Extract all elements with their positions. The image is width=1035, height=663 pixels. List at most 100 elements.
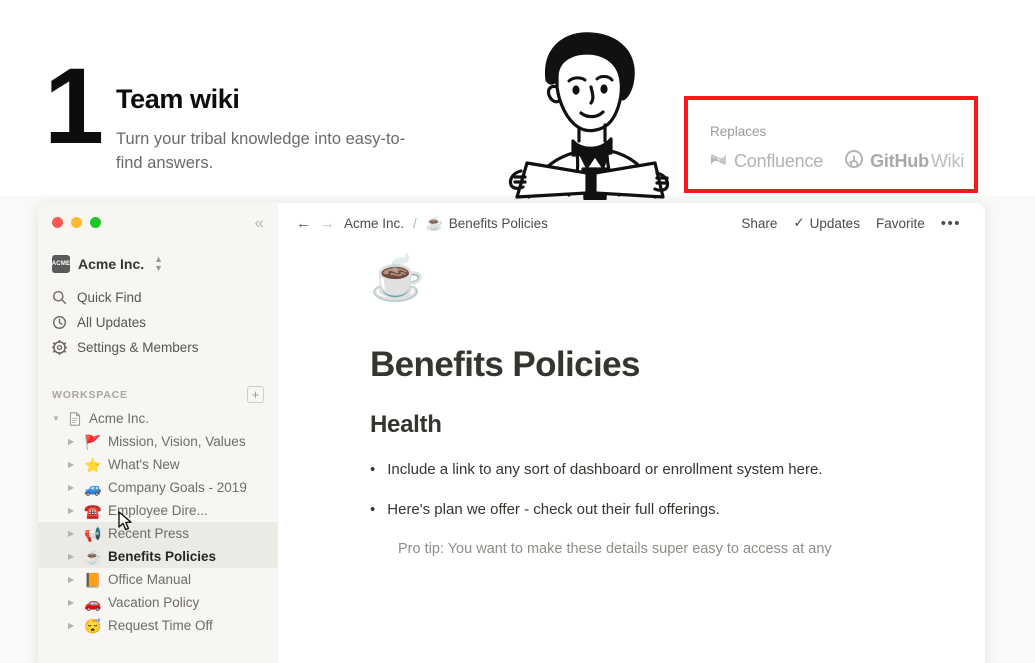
- page-emoji-icon: ⭐: [84, 456, 102, 473]
- sidebar-page-label: Office Manual: [108, 572, 192, 587]
- chevron-updown-icon: ▲ ▼: [154, 254, 164, 273]
- list-item-text: Here's plan we offer - check out their f…: [387, 501, 720, 518]
- clock-icon: [52, 315, 67, 330]
- page-emoji-icon: ☕: [425, 215, 444, 231]
- breadcrumb-separator: /: [413, 215, 417, 231]
- workspace-section-header: WORKSPACE +: [38, 386, 278, 403]
- plus-icon[interactable]: +: [247, 386, 264, 403]
- workspace-switcher[interactable]: ACME Acme Inc. ▲ ▼: [38, 251, 278, 277]
- page-emoji-icon: 😴: [84, 617, 102, 634]
- page-emoji-icon: 📙: [84, 571, 102, 588]
- triangle-right-icon[interactable]: ▶: [68, 437, 77, 446]
- document-title[interactable]: Benefits Policies: [370, 345, 985, 385]
- page-emoji-icon: 🚗: [84, 594, 102, 611]
- sidebar-page-label: Mission, Vision, Values: [108, 434, 246, 449]
- triangle-right-icon[interactable]: ▶: [68, 529, 77, 538]
- chevron-double-left-icon[interactable]: «: [255, 214, 264, 231]
- ellipsis-icon[interactable]: •••: [941, 216, 961, 231]
- sidebar-item-all-updates[interactable]: All Updates: [38, 310, 278, 335]
- sidebar-item-label: Quick Find: [77, 290, 142, 305]
- close-window-button[interactable]: [52, 216, 63, 228]
- triangle-right-icon[interactable]: ▶: [68, 575, 77, 584]
- document-icon: [68, 411, 82, 426]
- list-item[interactable]: • Include a link to any sort of dashboar…: [370, 459, 985, 480]
- window-titlebar: «: [38, 203, 278, 241]
- document-body: ☕ Benefits Policies Health • Include a l…: [278, 243, 985, 561]
- updates-button[interactable]: ✓ Updates: [793, 215, 860, 231]
- list-item[interactable]: • Here's plan we offer - check out their…: [370, 499, 985, 520]
- sidebar-item-quick-find[interactable]: Quick Find: [38, 285, 278, 310]
- main-content-panel: ← → Acme Inc. / ☕ Benefits Policies Shar…: [278, 203, 985, 663]
- replaces-label: Replaces: [710, 124, 767, 139]
- traffic-lights: [52, 216, 101, 228]
- hero-subtitle: Turn your tribal knowledge into easy-to-…: [116, 130, 406, 172]
- sidebar-page-root-acme-inc[interactable]: ▼ Acme Inc.: [38, 407, 278, 430]
- sidebar-page-company-goals-2019[interactable]: ▶ 🚙 Company Goals - 2019: [38, 476, 278, 499]
- triangle-right-icon[interactable]: ▶: [68, 506, 77, 515]
- triangle-down-icon[interactable]: ▼: [52, 414, 61, 423]
- check-icon: ✓: [793, 215, 805, 230]
- triangle-right-icon[interactable]: ▶: [68, 621, 77, 630]
- topbar-actions: Share ✓ Updates Favorite •••: [741, 215, 961, 231]
- sidebar-page-vacation-policy[interactable]: ▶ 🚗 Vacation Policy: [38, 591, 278, 614]
- content-topbar: ← → Acme Inc. / ☕ Benefits Policies Shar…: [278, 203, 985, 243]
- bullet-dot-icon: •: [370, 501, 376, 518]
- minimize-window-button[interactable]: [71, 216, 82, 228]
- triangle-right-icon[interactable]: ▶: [68, 552, 77, 561]
- breadcrumb: ← → Acme Inc. / ☕ Benefits Policies: [296, 216, 548, 231]
- triangle-right-icon[interactable]: ▶: [68, 483, 77, 492]
- sidebar-page-label: Vacation Policy: [108, 595, 200, 610]
- sidebar-nav-list: Quick Find All Updates Settings & Member…: [38, 285, 278, 360]
- github-label: GitHub: [870, 151, 929, 171]
- sidebar-page-employee-directory[interactable]: ▶ ☎️ Employee Dire...: [38, 499, 278, 522]
- sidebar-page-request-time-off[interactable]: ▶ 😴 Request Time Off: [38, 614, 278, 637]
- hero-step-number: 1: [44, 45, 104, 166]
- bullet-dot-icon: •: [370, 461, 376, 478]
- sidebar-page-mission-vision-values[interactable]: ▶ 🚩 Mission, Vision, Values: [38, 430, 278, 453]
- sidebar-page-office-manual[interactable]: ▶ 📙 Office Manual: [38, 568, 278, 591]
- replaces-logo-list: Confluence GitHub Wiki: [710, 150, 964, 173]
- share-button[interactable]: Share: [741, 216, 777, 231]
- sidebar-page-benefits-policies[interactable]: ▶ ☕ Benefits Policies: [38, 545, 278, 568]
- favorite-button[interactable]: Favorite: [876, 216, 925, 231]
- breadcrumb-current[interactable]: ☕ Benefits Policies: [426, 216, 548, 231]
- list-item-text: Include a link to any sort of dashboard …: [387, 461, 823, 478]
- sidebar-page-whats-new[interactable]: ▶ ⭐ What's New: [38, 453, 278, 476]
- page-emoji-icon: 🚩: [84, 433, 102, 450]
- document-pro-tip-text: Pro tip: You want to make these details …: [398, 541, 832, 557]
- person-reading-book-illustration: [495, 25, 680, 201]
- sidebar-page-label: Employee Dire...: [108, 503, 208, 518]
- gear-icon: [52, 340, 67, 355]
- triangle-right-icon[interactable]: ▶: [68, 598, 77, 607]
- sidebar-page-recent-press[interactable]: ▶ 📢 Recent Press: [38, 522, 278, 545]
- breadcrumb-root[interactable]: Acme Inc.: [344, 216, 404, 231]
- sidebar-page-label: Recent Press: [108, 526, 190, 541]
- wiki-label: Wiki: [930, 151, 965, 171]
- page-emoji-icon: ☕: [84, 548, 102, 565]
- sidebar-item-settings-members[interactable]: Settings & Members: [38, 335, 278, 360]
- sidebar-page-label: Benefits Policies: [108, 549, 217, 564]
- triangle-right-icon[interactable]: ▶: [68, 460, 77, 469]
- arrow-left-icon[interactable]: ←: [296, 216, 311, 231]
- document-heading-health[interactable]: Health: [370, 411, 985, 439]
- confluence-icon: [710, 152, 727, 172]
- sidebar-page-label: What's New: [108, 457, 180, 472]
- notion-app-window: « ACME Acme Inc. ▲ ▼ Quick Find All Updat…: [38, 203, 985, 663]
- page-emoji-icon: ☎️: [84, 502, 102, 519]
- arrow-right-icon[interactable]: →: [320, 216, 335, 231]
- confluence-label: Confluence: [734, 151, 824, 171]
- github-icon: [845, 150, 864, 173]
- sidebar-page-label: Request Time Off: [108, 618, 213, 633]
- sidebar-page-list: ▶ 🚩 Mission, Vision, Values ▶ ⭐ What's N…: [38, 430, 278, 637]
- sidebar-item-label: Settings & Members: [77, 340, 199, 355]
- workspace-avatar: ACME: [52, 255, 70, 273]
- document-cover-emoji-icon[interactable]: ☕: [370, 257, 985, 301]
- page-emoji-icon: 📢: [84, 525, 102, 542]
- zoom-window-button[interactable]: [90, 216, 101, 228]
- github-wiki-logo: GitHub Wiki: [845, 150, 964, 173]
- breadcrumb-current-label: Benefits Policies: [448, 215, 548, 231]
- workspace-section-title: WORKSPACE: [52, 388, 128, 401]
- workspace-name: Acme Inc.: [78, 256, 145, 272]
- search-icon: [52, 290, 67, 305]
- sidebar: « ACME Acme Inc. ▲ ▼ Quick Find All Updat…: [38, 203, 278, 663]
